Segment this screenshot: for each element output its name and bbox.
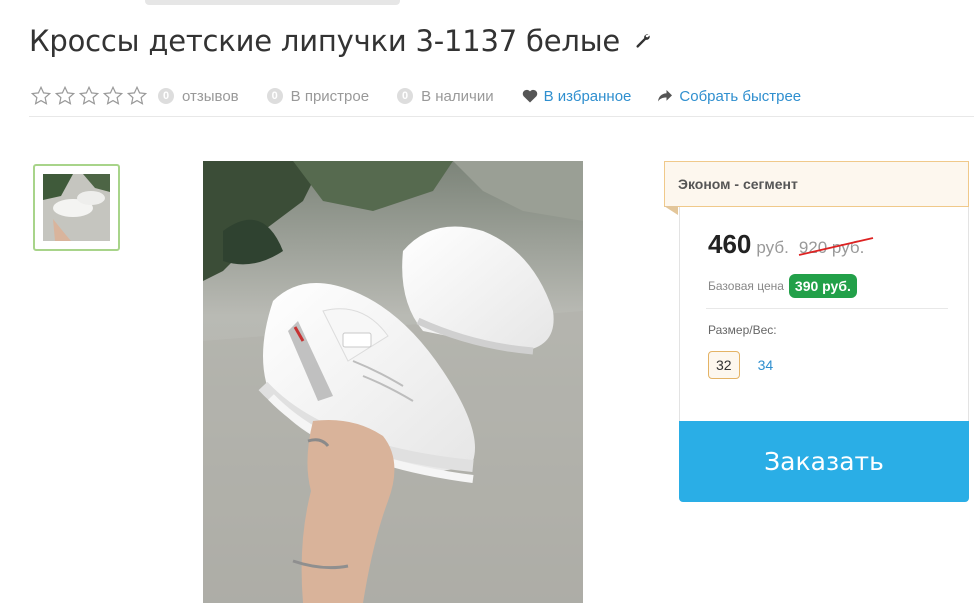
price-panel: 460 руб. 920 руб. Базовая цена 390 руб. …	[679, 207, 969, 425]
add-to-favorites-link[interactable]: В избранное	[522, 87, 632, 105]
heart-icon	[522, 89, 537, 103]
size-option-32[interactable]: 32	[708, 351, 740, 379]
share-arrow-icon	[658, 90, 673, 102]
collect-faster-link[interactable]: Собрать быстрее	[657, 88, 801, 105]
star-icon[interactable]	[30, 85, 52, 107]
reviews-label: отзывов	[182, 87, 239, 105]
segment-ribbon-fold	[664, 206, 678, 215]
price-row: 460 руб. 920 руб.	[708, 229, 940, 260]
count-badge: 0	[397, 88, 414, 104]
current-price: 460	[708, 229, 752, 259]
star-icon[interactable]	[54, 85, 76, 107]
order-button[interactable]: Заказать	[679, 421, 969, 502]
thumbnail-image	[43, 174, 110, 241]
product-meta-row: 0 отзывов 0 В пристрое 0 В наличии В изб…	[30, 84, 827, 108]
base-price-label: Базовая цена	[708, 279, 784, 293]
segment-label: Эконом - сегмент	[664, 161, 969, 207]
fitting-count: 0 В пристрое	[266, 87, 370, 105]
title-row: Кроссы детские липучки 3-1137 белые	[29, 24, 652, 58]
rating-stars[interactable]	[30, 85, 148, 107]
size-option-34[interactable]: 34	[750, 351, 782, 379]
star-icon[interactable]	[126, 85, 148, 107]
count-badge: 0	[158, 88, 174, 104]
strike-line	[798, 237, 874, 256]
base-price-row: Базовая цена 390 руб.	[708, 274, 940, 298]
collect-faster-label: Собрать быстрее	[679, 87, 802, 105]
price-divider	[706, 308, 948, 309]
reviews-count: 0 отзывов	[158, 88, 239, 105]
base-price-badge: 390 руб.	[788, 274, 857, 298]
currency-label: руб.	[756, 238, 789, 257]
star-icon[interactable]	[78, 85, 100, 107]
size-label: Размер/Вес:	[708, 323, 777, 337]
old-price: 920 руб.	[798, 237, 874, 258]
size-options: 32 34	[708, 351, 940, 379]
favorites-label: В избранное	[543, 87, 632, 105]
stock-count: 0 В наличии	[397, 88, 494, 105]
product-thumbnail[interactable]	[33, 164, 120, 251]
main-product-image[interactable]	[203, 161, 583, 603]
star-icon[interactable]	[102, 85, 124, 107]
wrench-icon[interactable]	[634, 32, 652, 50]
stock-label: В наличии	[421, 87, 494, 105]
page-title: Кроссы детские липучки 3-1137 белые	[29, 24, 621, 58]
count-badge: 0	[266, 88, 283, 104]
fitting-label: В пристрое	[290, 87, 370, 105]
top-bar-stub	[145, 0, 400, 5]
header-divider	[29, 116, 974, 117]
